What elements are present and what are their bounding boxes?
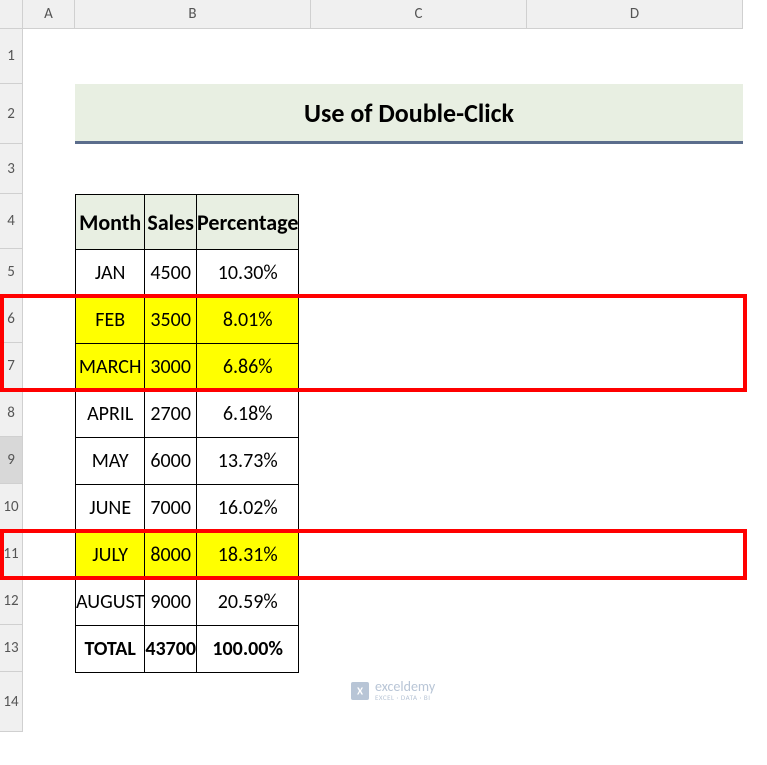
cell-percentage[interactable]: 10.30% bbox=[197, 250, 299, 297]
cell-sales[interactable]: 6000 bbox=[145, 438, 197, 485]
header-month-label: Month bbox=[79, 209, 141, 236]
row-header-8[interactable]: 8 bbox=[0, 390, 23, 437]
row-headers: 1234567891011121314 bbox=[0, 29, 23, 732]
cell-month[interactable]: JAN bbox=[76, 250, 145, 297]
cell-percentage[interactable]: 20.59% bbox=[197, 579, 299, 626]
row-header-12[interactable]: 12 bbox=[0, 578, 23, 625]
cell-sales[interactable]: 2700 bbox=[145, 391, 197, 438]
header-percentage-label: Percentage bbox=[197, 209, 298, 236]
cell-sales[interactable]: 3000 bbox=[145, 344, 197, 391]
data-table-container: Month Sales Percentage JAN450010.30%FEB3… bbox=[75, 194, 299, 673]
table-row: APRIL27006.18% bbox=[76, 391, 299, 438]
header-sales[interactable]: Sales bbox=[145, 195, 197, 250]
table-row: JUNE700016.02% bbox=[76, 485, 299, 532]
select-all-corner[interactable] bbox=[0, 0, 23, 29]
cell-sales[interactable]: 3500 bbox=[145, 297, 197, 344]
header-month[interactable]: Month bbox=[76, 195, 145, 250]
watermark-text: exceldemy EXCEL · DATA · BI bbox=[375, 680, 435, 701]
cell-month[interactable]: FEB bbox=[76, 297, 145, 344]
column-header-D[interactable]: D bbox=[527, 0, 743, 29]
table-row: FEB35008.01% bbox=[76, 297, 299, 344]
cell-percentage[interactable]: 8.01% bbox=[197, 297, 299, 344]
watermark: exceldemy EXCEL · DATA · BI bbox=[351, 680, 435, 701]
column-header-B[interactable]: B bbox=[75, 0, 311, 29]
watermark-sub: EXCEL · DATA · BI bbox=[375, 694, 435, 701]
table-row-total: TOTAL43700100.00% bbox=[76, 626, 299, 673]
cell-percentage[interactable]: 6.86% bbox=[197, 344, 299, 391]
row-header-5[interactable]: 5 bbox=[0, 249, 23, 296]
title-text: Use of Double-Click bbox=[304, 97, 514, 129]
cell-month[interactable]: MARCH bbox=[76, 344, 145, 391]
cell-total-percentage[interactable]: 100.00% bbox=[197, 626, 299, 673]
table-row: JAN450010.30% bbox=[76, 250, 299, 297]
cell-sales[interactable]: 4500 bbox=[145, 250, 197, 297]
cell-total-sales[interactable]: 43700 bbox=[145, 626, 197, 673]
cell-month[interactable]: AUGUST bbox=[76, 579, 145, 626]
table-row: MAY600013.73% bbox=[76, 438, 299, 485]
cell-month[interactable]: JUNE bbox=[76, 485, 145, 532]
cell-percentage[interactable]: 18.31% bbox=[197, 532, 299, 579]
column-header-C[interactable]: C bbox=[311, 0, 527, 29]
cell-percentage[interactable]: 16.02% bbox=[197, 485, 299, 532]
cell-sales[interactable]: 9000 bbox=[145, 579, 197, 626]
table-header-row: Month Sales Percentage bbox=[76, 195, 299, 250]
column-headers: ABCD bbox=[23, 0, 743, 29]
cell-total-month[interactable]: TOTAL bbox=[76, 626, 145, 673]
cell-sales[interactable]: 7000 bbox=[145, 485, 197, 532]
row-header-9[interactable]: 9 bbox=[0, 437, 23, 484]
cell-month[interactable]: MAY bbox=[76, 438, 145, 485]
cell-month[interactable]: APRIL bbox=[76, 391, 145, 438]
table-row: AUGUST900020.59% bbox=[76, 579, 299, 626]
row-header-6[interactable]: 6 bbox=[0, 296, 23, 343]
watermark-name: exceldemy bbox=[375, 680, 435, 694]
title-bar: Use of Double-Click bbox=[75, 84, 743, 144]
excel-icon bbox=[351, 682, 369, 700]
spreadsheet-grid: ABCD 1234567891011121314 Use of Double-C… bbox=[0, 0, 767, 765]
cell-percentage[interactable]: 13.73% bbox=[197, 438, 299, 485]
row-header-4[interactable]: 4 bbox=[0, 194, 23, 249]
row-header-3[interactable]: 3 bbox=[0, 144, 23, 194]
table-body: JAN450010.30%FEB35008.01%MARCH30006.86%A… bbox=[76, 250, 299, 673]
table-row: MARCH30006.86% bbox=[76, 344, 299, 391]
row-header-2[interactable]: 2 bbox=[0, 84, 23, 144]
cell-month[interactable]: JULY bbox=[76, 532, 145, 579]
row-header-7[interactable]: 7 bbox=[0, 343, 23, 390]
row-header-14[interactable]: 14 bbox=[0, 672, 23, 732]
header-sales-label: Sales bbox=[147, 209, 194, 236]
column-header-A[interactable]: A bbox=[23, 0, 75, 29]
row-header-1[interactable]: 1 bbox=[0, 29, 23, 84]
header-percentage[interactable]: Percentage bbox=[197, 195, 299, 250]
row-header-11[interactable]: 11 bbox=[0, 531, 23, 578]
row-header-10[interactable]: 10 bbox=[0, 484, 23, 531]
cell-sales[interactable]: 8000 bbox=[145, 532, 197, 579]
cell-percentage[interactable]: 6.18% bbox=[197, 391, 299, 438]
row-header-13[interactable]: 13 bbox=[0, 625, 23, 672]
data-table: Month Sales Percentage JAN450010.30%FEB3… bbox=[75, 194, 299, 673]
table-row: JULY800018.31% bbox=[76, 532, 299, 579]
